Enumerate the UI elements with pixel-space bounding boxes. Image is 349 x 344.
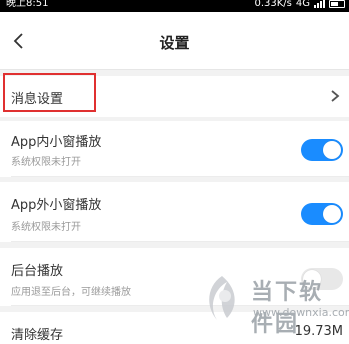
- app-out-pip-label: App外小窗播放: [11, 198, 102, 213]
- divider: [11, 176, 349, 177]
- app-out-pip-toggle[interactable]: [301, 203, 343, 225]
- network-speed: 0.33K/s: [254, 0, 292, 9]
- status-right: 0.33K/s 4G: [254, 0, 345, 10]
- divider: [11, 241, 349, 242]
- app-pip-toggle[interactable]: [301, 139, 343, 161]
- app-pip-sub: 系统权限未打开: [11, 157, 81, 168]
- toggle-knob: [323, 141, 341, 159]
- chevron-right-icon: [331, 90, 340, 102]
- app-pip-label: App内小窗播放: [11, 135, 102, 150]
- logo-icon: [209, 276, 235, 320]
- app-pip-row: App内小窗播放 系统权限未打开: [0, 121, 349, 177]
- status-bar: 晚上8:51 0.33K/s 4G: [0, 0, 349, 12]
- background-play-sub: 应用退至后台，可继续播放: [11, 287, 131, 298]
- battery-icon: [329, 0, 345, 8]
- network-type: 4G: [295, 0, 310, 9]
- clear-cache-label: 清除缓存: [11, 328, 64, 343]
- toggle-knob: [323, 205, 341, 223]
- nav-bar: 设置: [0, 12, 349, 70]
- signal-icon: [314, 0, 325, 8]
- background-play-label: 后台播放: [11, 264, 64, 279]
- highlight-box: [3, 73, 96, 112]
- status-time: 晚上8:51: [6, 0, 49, 9]
- watermark: 当下软件园 www.downxia.com: [195, 268, 349, 338]
- app-out-pip-sub: 系统权限未打开: [11, 222, 81, 233]
- app-out-pip-row: App外小窗播放 系统权限未打开: [0, 182, 349, 242]
- watermark-url: www.downxia.com: [253, 306, 349, 319]
- page-title: 设置: [159, 34, 190, 52]
